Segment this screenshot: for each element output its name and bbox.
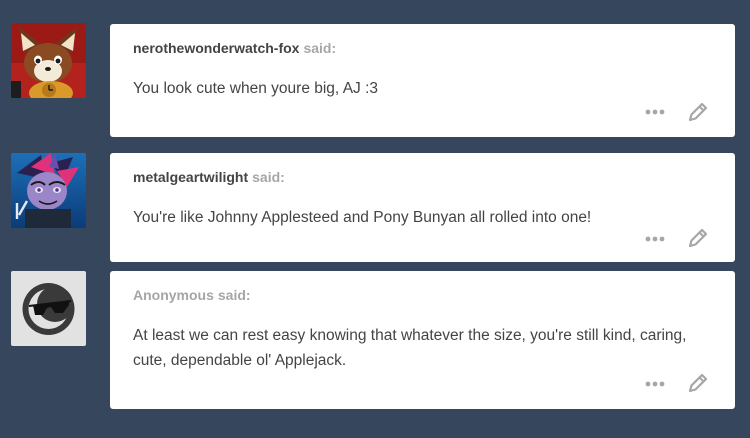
- question-text: At least we can rest easy knowing that w…: [133, 327, 687, 369]
- ask-card: nerothewonderwatch-fox said: You look cut…: [110, 24, 735, 137]
- asker-avatar[interactable]: [11, 153, 86, 228]
- pencil-edit-icon[interactable]: [687, 101, 709, 123]
- said-label: said:: [303, 40, 337, 56]
- asker-line: metalgeartwilight said:: [133, 169, 285, 185]
- asker-name-link[interactable]: nerothewonderwatch-fox: [133, 40, 299, 56]
- asker-name-link[interactable]: metalgeartwilight: [133, 169, 248, 185]
- question-text: You're like Johnny Applesteed and Pony B…: [133, 209, 592, 226]
- pony-avatar-icon: [11, 153, 86, 228]
- more-options-icon[interactable]: [644, 379, 666, 389]
- more-options-icon[interactable]: [644, 107, 666, 117]
- pencil-edit-icon[interactable]: [687, 227, 709, 249]
- asker-line: nerothewonderwatch-fox said:: [133, 40, 336, 56]
- more-options-icon[interactable]: [644, 234, 666, 244]
- anonymous-sunglasses-avatar-icon: [11, 271, 86, 346]
- asker-line: Anonymous said:: [133, 287, 251, 303]
- asker-name: Anonymous: [133, 287, 214, 303]
- ask-card: Anonymous said: At least we can rest easy…: [110, 271, 735, 409]
- pencil-edit-icon[interactable]: [687, 372, 709, 394]
- fox-avatar-icon: [11, 23, 86, 98]
- said-label: said:: [217, 287, 251, 303]
- asker-avatar[interactable]: [11, 271, 86, 346]
- ask-card: metalgeartwilight said: You're like Johnn…: [110, 153, 735, 262]
- asker-avatar[interactable]: [11, 23, 86, 98]
- said-label: said:: [252, 169, 285, 185]
- question-text: You look cute when youre big, AJ :3: [133, 80, 379, 97]
